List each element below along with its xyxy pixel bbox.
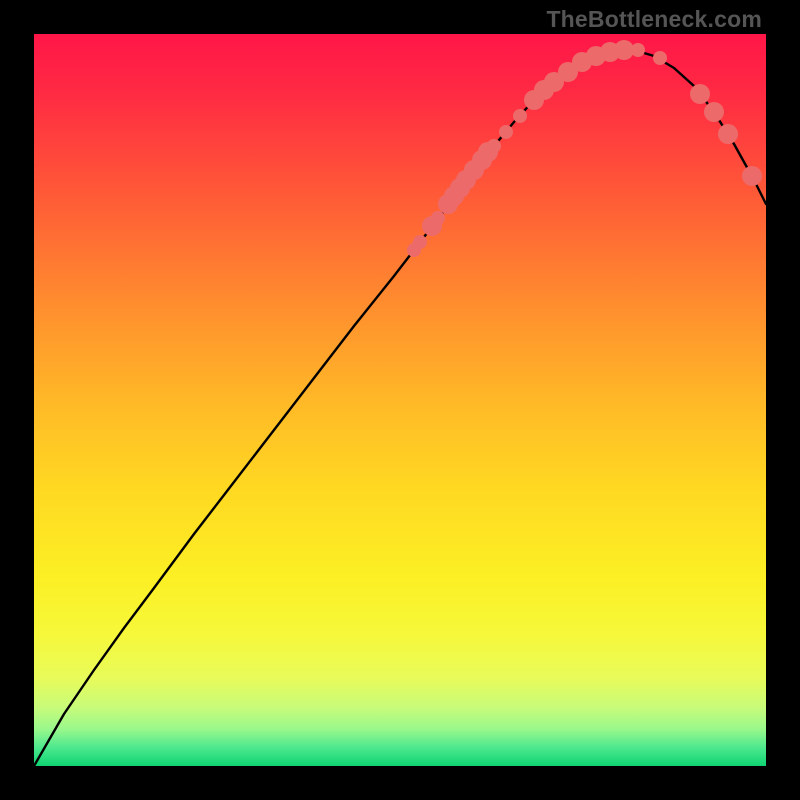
data-marker xyxy=(413,235,427,249)
data-markers xyxy=(407,40,762,257)
chart-frame: TheBottleneck.com xyxy=(0,0,800,800)
chart-svg xyxy=(34,34,766,766)
data-marker xyxy=(631,43,645,57)
plot-area xyxy=(34,34,766,766)
data-marker xyxy=(690,84,710,104)
data-marker xyxy=(499,125,513,139)
data-marker xyxy=(704,102,724,122)
data-marker xyxy=(513,109,527,123)
data-marker xyxy=(718,124,738,144)
data-marker xyxy=(431,211,445,225)
watermark-text: TheBottleneck.com xyxy=(546,6,762,33)
data-marker xyxy=(742,166,762,186)
data-marker xyxy=(487,139,501,153)
bottleneck-curve xyxy=(34,50,766,766)
data-marker xyxy=(653,51,667,65)
